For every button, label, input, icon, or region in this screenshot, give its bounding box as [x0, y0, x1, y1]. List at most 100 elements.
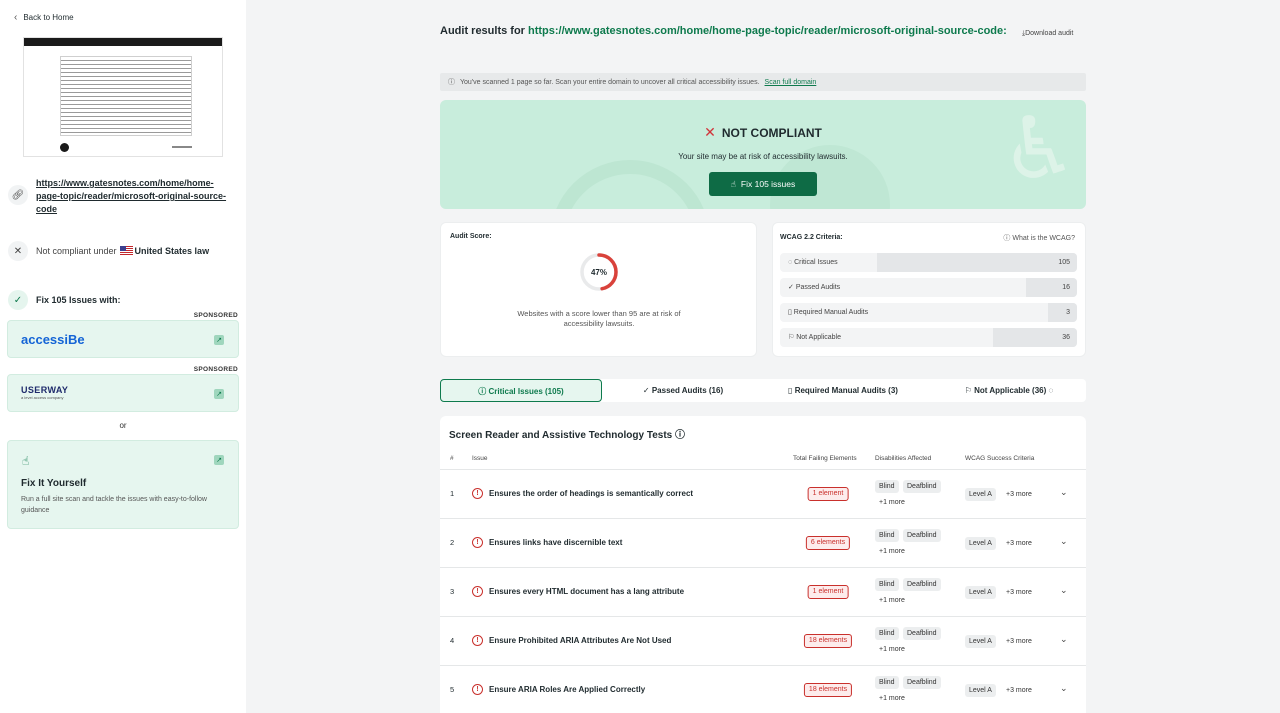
site-screenshot-thumbnail [23, 37, 223, 157]
table-row[interactable]: 2! Ensures links have discernible text 6 e… [440, 519, 1086, 568]
hand-pointer-icon: ☝ [730, 178, 736, 189]
link-icon: 🔗︎ [8, 185, 28, 205]
close-icon: ✕ [704, 124, 716, 140]
audited-url-link[interactable]: https://www.gatesnotes.com/home/home-pag… [36, 177, 236, 216]
alert-icon: ! [472, 586, 483, 597]
main-content: Audit results for https://www.gatesnotes… [246, 0, 1280, 713]
failing-count-badge: 1 element [807, 585, 849, 599]
wcag-row: ◌ Critical Issues 105 [780, 253, 1077, 272]
scan-full-domain-link[interactable]: Scan full domain [765, 79, 817, 86]
chevron-down-icon[interactable]: ⌄ [1060, 536, 1068, 547]
sponsor-accessibe-card[interactable]: accessiBe ↗ [7, 320, 239, 358]
chevron-down-icon[interactable]: ⌄ [1060, 634, 1068, 645]
more-disabilities: +1 more [879, 646, 905, 653]
disability-chip: Deafblind [903, 529, 941, 542]
more-disabilities: +1 more [879, 597, 905, 604]
tab-critical-issues[interactable]: ⓘ Critical Issues (105) [440, 379, 602, 402]
page-title: Audit results for https://www.gatesnotes… [440, 25, 1007, 37]
chevron-down-icon[interactable]: ⌄ [1060, 487, 1068, 498]
alert-icon: ! [472, 635, 483, 646]
disability-chip: Blind [875, 578, 899, 591]
more-criteria: +3 more [1006, 687, 1032, 694]
wcag-row-count: 3 [1066, 309, 1070, 316]
audited-url-row: 🔗︎ https://www.gatesnotes.com/home/home-… [8, 177, 236, 216]
fix-issues-title: Fix 105 Issues with: [36, 295, 121, 305]
fix-it-yourself-card[interactable]: ☝ ↗ Fix It Yourself Run a full site scan… [7, 440, 239, 529]
check-icon: ✓ [788, 284, 796, 291]
compliance-status: ✕ NOT COMPLIANT [704, 124, 822, 140]
fix-issues-row: ✓ Fix 105 Issues with: [8, 290, 121, 310]
more-criteria: +3 more [1006, 638, 1032, 645]
what-is-wcag-link[interactable]: ⓘ What is the WCAG? [1003, 233, 1075, 243]
col-num: # [450, 455, 454, 462]
wcag-row-label: Passed Audits [795, 284, 841, 291]
results-tabs: ⓘ Critical Issues (105) ✓ Passed Audits … [440, 379, 1086, 402]
check-icon: ✓ [8, 290, 28, 310]
tab-not-applicable[interactable]: ⚐ Not Applicable (36) ◌ [936, 379, 1082, 402]
wcag-row-count: 36 [1062, 334, 1070, 341]
failing-count-badge: 18 elements [803, 634, 853, 648]
wcag-row: ▯ Required Manual Audits 3 [780, 303, 1077, 322]
sponsored-label: SPONSORED [193, 366, 238, 373]
wcag-level-chip: Level A [965, 586, 996, 599]
userway-logo: USERWAY a level access company [21, 385, 69, 400]
external-link-icon: ↗ [214, 455, 224, 465]
issue-name: Ensures links have discernible text [489, 538, 623, 547]
chevron-down-icon[interactable]: ⌄ [1060, 683, 1068, 694]
table-row[interactable]: 4! Ensure Prohibited ARIA Attributes Are … [440, 617, 1086, 666]
wcag-level-chip: Level A [965, 488, 996, 501]
failing-count-badge: 6 elements [805, 536, 851, 550]
fix-issues-button[interactable]: ☝ Fix 105 issues [709, 172, 817, 196]
us-flag-icon [119, 246, 133, 255]
close-icon: ✕ [8, 241, 28, 261]
wcag-row-label: Required Manual Audits [793, 309, 869, 316]
sponsored-label: SPONSORED [193, 312, 238, 319]
wcag-row: ⚐ Not Applicable 36 [780, 328, 1077, 347]
back-label: Back to Home [23, 13, 74, 22]
more-disabilities: +1 more [879, 499, 905, 506]
risk-text: Your site may be at risk of accessibilit… [678, 152, 848, 161]
compliance-prefix: Not compliant under [36, 246, 117, 256]
table-row[interactable]: 1! Ensures the order of headings is seman… [440, 470, 1086, 519]
failing-count-badge: 18 elements [803, 683, 853, 697]
disability-chip: Blind [875, 627, 899, 640]
table-row[interactable]: 5! Ensure ARIA Roles Are Applied Correctl… [440, 666, 1086, 713]
wcag-criteria-card: WCAG 2.2 Criteria: ⓘ What is the WCAG? ◌… [772, 222, 1086, 357]
wcag-row-bar [1047, 303, 1077, 322]
col-failing: Total Failing Elements [793, 455, 857, 462]
chevron-down-icon[interactable]: ⌄ [1060, 585, 1068, 596]
issue-name: Ensure Prohibited ARIA Attributes Are No… [489, 636, 672, 645]
audit-score-label: Audit Score: [450, 233, 492, 240]
wcag-level-chip: Level A [965, 684, 996, 697]
info-icon: ⓘ [675, 430, 686, 441]
tab-passed-audits[interactable]: ✓ Passed Audits (16) [614, 379, 752, 402]
alert-icon: ! [472, 488, 483, 499]
score-note: Websites with a score lower than 95 are … [517, 309, 681, 328]
back-to-home-link[interactable]: ‹ Back to Home [14, 12, 74, 23]
document-icon: ▯ [788, 386, 793, 395]
tab-required-manual-audits[interactable]: ▯ Required Manual Audits (3) [766, 379, 920, 402]
disability-chip: Deafblind [903, 578, 941, 591]
issues-table: Screen Reader and Assistive Technology T… [440, 416, 1086, 713]
disability-chip: Deafblind [903, 480, 941, 493]
wcag-row-count: 105 [1058, 259, 1070, 266]
external-link-icon: ↗ [214, 335, 224, 345]
compliance-hero: ♿︎ ✕ NOT COMPLIANT Your site may be at ri… [440, 100, 1086, 209]
loading-icon: ◌ [1048, 386, 1054, 395]
row-number: 5 [450, 685, 455, 694]
fix-it-yourself-title: Fix It Yourself [21, 478, 87, 489]
sponsor-userway-card[interactable]: USERWAY a level access company ↗ [7, 374, 239, 412]
table-row[interactable]: 3! Ensures every HTML document has a lang… [440, 568, 1086, 617]
results-url-link[interactable]: https://www.gatesnotes.com/home/home-pag… [528, 25, 1007, 37]
download-audit-button[interactable]: ⤓Download audit [1022, 28, 1082, 40]
check-icon: ✓ [642, 386, 650, 395]
scan-domain-banner: ⓘ You've scanned 1 page so far. Scan you… [440, 73, 1086, 91]
score-value: 47% [590, 267, 607, 277]
disability-chip: Blind [875, 676, 899, 689]
more-criteria: +3 more [1006, 589, 1032, 596]
disability-chip: Deafblind [903, 627, 941, 640]
accessibility-person-icon: ♿︎ [1000, 101, 1078, 197]
wcag-row: ✓ Passed Audits 16 [780, 278, 1077, 297]
hand-pointer-icon: ☝ [22, 454, 30, 468]
disability-chip: Deafblind [903, 676, 941, 689]
